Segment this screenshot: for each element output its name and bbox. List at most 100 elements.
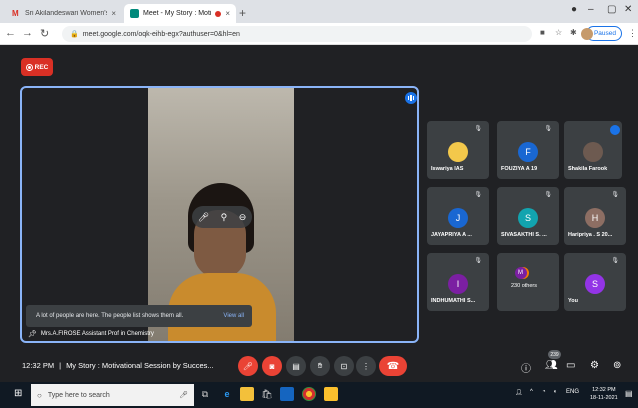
input-language[interactable]: ENG — [566, 389, 579, 395]
mute-participant-icon[interactable]: 🎤︎ — [198, 212, 209, 223]
participant-name: Iswariya IAS — [431, 166, 464, 172]
chrome-icon[interactable] — [302, 387, 316, 401]
chat-icon[interactable]: ▭ — [566, 360, 575, 371]
recording-label: REC — [34, 63, 49, 71]
network-icon[interactable]: ◔ — [542, 389, 546, 395]
info-icon[interactable]: ⓘ — [521, 360, 531, 375]
captions-button[interactable]: ▤ — [286, 356, 306, 376]
mic-muted-icon: 🎙︎ — [474, 192, 482, 198]
camera-toggle-button[interactable]: ◙ — [262, 356, 282, 376]
speaking-indicator-icon — [405, 92, 417, 104]
edge-icon[interactable]: e — [220, 387, 234, 401]
avatar: I — [448, 274, 468, 294]
participant-name: FOUZIYA A 19 — [501, 166, 538, 172]
new-tab-button[interactable]: + — [239, 6, 246, 20]
windows-start-icon[interactable]: ⊞ — [14, 388, 22, 399]
url-text: meet.google.com/oqk-eihb-egx?authuser=0&… — [82, 30, 240, 38]
participant-name: SIVASAKTHI S. ... — [501, 232, 547, 238]
remove-icon[interactable]: ⊖ — [239, 212, 247, 223]
task-view-icon[interactable]: ⧉ — [198, 387, 212, 401]
clock-time: 12:32 PM — [592, 387, 616, 393]
mic-off-icon: 🎤︎ — [242, 361, 254, 371]
microphone-icon[interactable]: 🎤︎ — [179, 391, 188, 399]
tray-chevron-icon[interactable]: ^ — [530, 389, 533, 395]
gmail-icon: M — [12, 9, 19, 18]
avatar — [583, 142, 603, 162]
host-controls-icon[interactable]: ⊚ — [613, 360, 621, 371]
maximize-icon[interactable]: ▢ — [607, 4, 616, 15]
url-field[interactable]: 🔒 meet.google.com/oqk-eihb-egx?authuser=… — [62, 26, 532, 42]
participant-tile[interactable]: S 🎙︎ You — [564, 253, 626, 311]
main-speaker-tile[interactable]: 🎤︎ ⚲ ⊖ A lot of people are here. The peo… — [20, 86, 419, 343]
tab-college[interactable]: M Sri Akilandeswari Women's Colle × — [6, 4, 122, 23]
meet-icon — [130, 9, 139, 18]
notifications-icon[interactable]: ▤ — [625, 389, 633, 398]
participant-tile[interactable]: S 🎙︎ SIVASAKTHI S. ... — [497, 187, 559, 245]
participant-tile[interactable]: J 🎙︎ JAYAPRIYA A ... — [427, 187, 489, 245]
participant-tile[interactable]: F 🎙︎ FOUZIYA A 19 — [497, 121, 559, 179]
windows-taskbar: ⊞ ○ Type here to search 🎤︎ ⧉ e 🛍︎ 👤︎ ^ ◔… — [0, 382, 638, 408]
participant-name: Shakila Farook — [568, 166, 608, 172]
captions-icon: ▤ — [292, 361, 300, 371]
recording-indicator-icon — [215, 10, 221, 17]
participant-name: You — [568, 298, 578, 304]
minimize-icon[interactable]: – — [588, 4, 594, 15]
store-icon[interactable]: 🛍︎ — [260, 387, 274, 401]
participant-tile[interactable]: 🎙︎ Iswariya IAS — [427, 121, 489, 179]
mic-toggle-button[interactable]: 🎤︎ — [238, 356, 258, 376]
tab-title: Meet - My Story : Motivatio — [143, 10, 211, 17]
forward-icon[interactable]: → — [22, 27, 33, 39]
camera-icon[interactable]: ■ — [540, 28, 545, 37]
reload-icon[interactable]: ↻ — [40, 27, 49, 40]
tile-hover-controls: 🎤︎ ⚲ ⊖ — [192, 206, 252, 228]
tab-meet[interactable]: Meet - My Story : Motivatio × — [124, 4, 236, 23]
back-icon[interactable]: ← — [5, 27, 16, 39]
tab-search-icon[interactable]: ● — [571, 4, 577, 15]
activities-icon[interactable]: ⚙︎ — [590, 360, 599, 371]
browser-tab-bar: M Sri Akilandeswari Women's Colle × Meet… — [0, 0, 638, 23]
close-tab-icon[interactable]: × — [111, 9, 116, 18]
close-tab-icon[interactable]: × — [225, 9, 230, 18]
profile-paused-button[interactable]: Paused — [581, 26, 622, 41]
end-call-button[interactable]: ☎︎ — [379, 356, 407, 376]
extensions-icon[interactable]: ✱ — [570, 28, 577, 37]
search-placeholder: Type here to search — [47, 391, 110, 399]
people-list-toast: A lot of people are here. The people lis… — [26, 305, 252, 327]
participant-tile[interactable]: I 🎙︎ INDHUMATHI S... — [427, 253, 489, 311]
close-window-icon[interactable]: ✕ — [624, 4, 632, 15]
present-button[interactable]: ⊡ — [334, 356, 354, 376]
participant-count-badge: 239 — [548, 350, 561, 359]
avatar: H — [585, 208, 605, 228]
app-icon[interactable] — [324, 387, 338, 401]
taskbar-clock[interactable]: 12:32 PM 18-11-2021 — [590, 386, 618, 402]
raise-hand-button[interactable]: ✋︎ — [310, 356, 330, 376]
mail-icon[interactable] — [280, 387, 294, 401]
mic-muted-icon: 🎙︎ — [544, 126, 552, 132]
participant-name: Haripriya . S 20... — [568, 232, 613, 238]
participant-tile[interactable]: H 🎙︎ Haripriya . S 20... — [564, 187, 626, 245]
mic-muted-icon: 🎙︎ — [474, 126, 482, 132]
mic-muted-icon: 🎙︎ — [611, 192, 619, 198]
record-icon — [25, 63, 33, 71]
bookmark-star-icon[interactable]: ☆ — [555, 28, 562, 37]
mic-muted-icon: 🎙︎ — [544, 192, 552, 198]
file-explorer-icon[interactable] — [240, 387, 254, 401]
pinned-icon: 📌︎ — [28, 331, 37, 338]
participant-tile[interactable]: Shakila Farook — [564, 121, 622, 179]
volume-icon[interactable]: ◖ — [553, 389, 557, 395]
meeting-details: 12:32 PM | My Story : Motivational Sessi… — [22, 361, 214, 370]
taskbar-search-box[interactable]: ○ Type here to search 🎤︎ — [31, 384, 194, 406]
camera-off-icon: ◙ — [269, 361, 275, 371]
pin-icon[interactable]: ⚲ — [221, 212, 228, 223]
present-icon: ⊡ — [340, 361, 348, 371]
view-all-link[interactable]: View all — [223, 313, 244, 319]
browser-menu-icon[interactable]: ⋮ — [628, 28, 637, 39]
people-icon[interactable]: 👥︎ — [545, 360, 558, 371]
more-options-button[interactable]: ⋮ — [356, 356, 376, 376]
people-tray-icon[interactable]: 👤︎ — [515, 389, 523, 396]
participant-tile[interactable]: M 230 others — [497, 253, 559, 311]
speaking-indicator-icon — [610, 125, 620, 135]
paused-label: Paused — [593, 30, 616, 37]
address-bar: ← → ↻ 🔒 meet.google.com/oqk-eihb-egx?aut… — [0, 23, 638, 45]
avatar — [448, 142, 468, 162]
